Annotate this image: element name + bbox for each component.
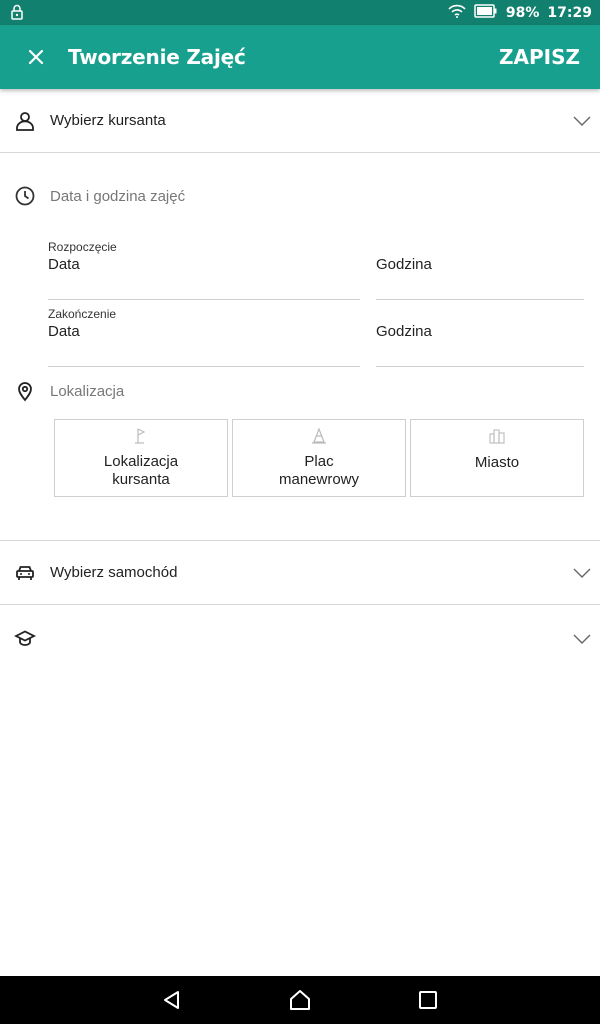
location-option-yard-line1: Plac [304, 453, 334, 470]
category-select[interactable] [0, 607, 600, 671]
location-option-maneuver-yard[interactable]: Plac manewrowy [232, 419, 406, 497]
start-time-field[interactable]: Godzina [376, 240, 584, 300]
page-title: Tworzenie Zajęć [68, 45, 246, 69]
save-button[interactable]: ZAPISZ [499, 45, 580, 69]
location-option-student-line2: kursanta [112, 471, 170, 488]
graduation-cap-icon [13, 627, 38, 651]
end-date-field[interactable]: Zakończenie Data [48, 307, 360, 367]
city-icon [488, 427, 506, 445]
location-option-city[interactable]: Miasto [410, 419, 584, 497]
recents-icon[interactable] [416, 988, 440, 1012]
datetime-section-header: Data i godzina zajęć [0, 181, 600, 211]
end-label: Zakończenie [48, 307, 117, 321]
lock-icon [10, 4, 24, 25]
close-icon[interactable] [22, 43, 50, 71]
chevron-down-icon[interactable] [572, 629, 592, 654]
clock-icon [14, 184, 38, 208]
location-option-student[interactable]: Lokalizacja kursanta [54, 419, 228, 497]
clock: 17:29 [547, 4, 592, 21]
location-pin-icon [14, 379, 38, 403]
car-icon [14, 561, 38, 585]
car-select[interactable]: Wybierz samochód [0, 541, 600, 605]
datetime-section-label: Data i godzina zajęć [50, 188, 186, 205]
traffic-cone-icon [310, 427, 328, 445]
start-label: Rozpoczęcie [48, 240, 117, 254]
car-select-label: Wybierz samochód [50, 564, 178, 581]
battery-icon [474, 3, 498, 22]
status-bar: 98% 17:29 [0, 0, 600, 25]
wifi-icon [448, 4, 466, 22]
battery-percent: 98% [505, 4, 540, 21]
chevron-down-icon[interactable] [572, 563, 592, 588]
start-time-value: Godzina [376, 256, 432, 273]
home-icon[interactable] [288, 988, 312, 1012]
start-date-value: Data [48, 256, 80, 273]
app-bar: Tworzenie Zajęć ZAPISZ [0, 25, 600, 89]
back-icon[interactable] [160, 988, 184, 1012]
location-section-label: Lokalizacja [50, 383, 125, 400]
location-option-city-label: Miasto [474, 454, 520, 471]
flag-icon [132, 427, 150, 445]
student-select[interactable]: Wybierz kursanta [0, 89, 600, 153]
chevron-down-icon[interactable] [572, 111, 592, 136]
end-time-field[interactable]: Godzina [376, 307, 584, 367]
navigation-bar [0, 976, 600, 1024]
person-icon [14, 109, 38, 133]
location-section-header: Lokalizacja [0, 376, 600, 406]
end-time-value: Godzina [376, 323, 432, 340]
student-select-label: Wybierz kursanta [50, 112, 166, 129]
location-option-student-line1: Lokalizacja [103, 453, 179, 470]
location-option-yard-line2: manewrowy [278, 471, 360, 488]
end-date-value: Data [48, 323, 80, 340]
start-date-field[interactable]: Rozpoczęcie Data [48, 240, 360, 300]
